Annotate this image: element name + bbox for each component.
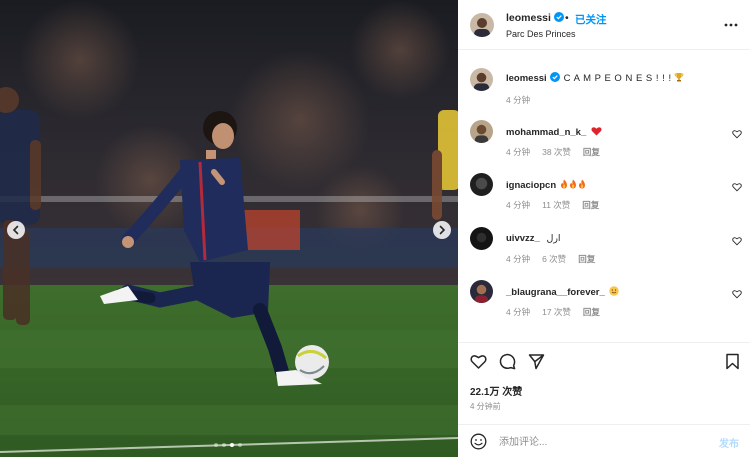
post-time: 4 分钟前 <box>470 402 501 411</box>
comment-likes[interactable]: 6 次赞 <box>542 254 566 264</box>
trophy-icon <box>674 73 684 82</box>
next-slide-button[interactable] <box>433 221 451 239</box>
commenter-avatar[interactable] <box>470 227 493 250</box>
post-details-panel: leomessi • 已关注 Parc Des Princes leomessi… <box>458 0 750 457</box>
carousel-dot <box>230 443 234 447</box>
commenter-username[interactable]: _blaugrana__forever_ <box>506 287 605 298</box>
commenter-username[interactable]: mohammad_n_k_ <box>506 127 586 138</box>
comment-meta: 4 分钟 38 次赞 回复 <box>506 146 612 158</box>
football-free-kick-photo <box>0 0 458 457</box>
reply-button[interactable]: 回复 <box>582 200 599 210</box>
caption-author-avatar[interactable] <box>470 68 493 91</box>
comments-list[interactable]: leomessi C A M P E O N E S ! ! ! 4 分钟 moh… <box>458 51 750 341</box>
save-bookmark-icon[interactable] <box>724 353 741 370</box>
comment-meta: 4 分钟 11 次赞 回复 <box>506 199 611 211</box>
share-send-icon[interactable] <box>528 353 545 370</box>
verified-badge-icon <box>553 12 564 22</box>
following-button[interactable]: 已关注 <box>575 12 607 27</box>
author-avatar[interactable] <box>470 13 494 37</box>
comment-text: _blaugrana__forever_ <box>506 286 619 298</box>
location-link[interactable]: Parc Des Princes <box>506 29 576 39</box>
comment-time: 4 分钟 <box>506 254 531 264</box>
fire-icon <box>560 179 567 189</box>
likes-count[interactable]: 22.1万 次赞 <box>470 383 522 398</box>
comment-likes[interactable]: 11 次赞 <box>542 200 570 210</box>
comment-composer: 发布 <box>458 424 750 457</box>
commenter-avatar[interactable] <box>470 173 493 196</box>
caption-time: 4 分钟 <box>506 95 531 105</box>
like-comment-heart-icon[interactable] <box>732 182 742 192</box>
commenter-avatar[interactable] <box>470 120 493 143</box>
like-heart-icon[interactable] <box>470 353 487 370</box>
commenter-username[interactable]: uivvzz_ <box>506 233 540 244</box>
comment-meta: 4 分钟 6 次赞 回复 <box>506 253 607 265</box>
caption-username[interactable]: leomessi <box>506 73 547 84</box>
carousel-dot <box>222 443 226 447</box>
post-comment-button[interactable]: 发布 <box>719 435 739 450</box>
like-comment-heart-icon[interactable] <box>732 129 742 139</box>
comment-likes[interactable]: 17 次赞 <box>542 307 571 317</box>
comment-body: ارل <box>546 233 561 244</box>
comment-time: 4 分钟 <box>506 200 531 210</box>
add-comment-input[interactable] <box>499 433 699 451</box>
like-comment-heart-icon[interactable] <box>732 236 742 246</box>
caption-meta: 4 分钟 <box>506 94 542 106</box>
slight-smile-icon <box>609 286 619 296</box>
carousel-indicator <box>214 443 242 447</box>
previous-slide-button[interactable] <box>7 221 25 239</box>
comment-text: uivvzz_ ارل <box>506 233 561 244</box>
comment-bubble-icon[interactable] <box>499 353 516 370</box>
reply-button[interactable]: 回复 <box>583 307 600 317</box>
chevron-left-icon <box>12 225 19 235</box>
commenter-avatar[interactable] <box>470 280 493 303</box>
fire-icon <box>569 179 576 189</box>
post-actions: 22.1万 次赞 4 分钟前 发布 <box>458 342 750 457</box>
reply-button[interactable]: 回复 <box>578 254 595 264</box>
comment-text: mohammad_n_k_ <box>506 126 602 138</box>
emoji-icon[interactable] <box>470 433 487 450</box>
post-photo[interactable] <box>0 0 458 457</box>
caption-text: leomessi C A M P E O N E S ! ! ! <box>506 72 684 84</box>
author-username[interactable]: leomessi <box>506 12 564 24</box>
like-comment-heart-icon[interactable] <box>732 289 742 299</box>
fire-icon <box>578 179 585 189</box>
chevron-right-icon <box>439 225 446 235</box>
comment-likes[interactable]: 38 次赞 <box>542 147 571 157</box>
carousel-dot <box>214 443 218 447</box>
more-options-icon[interactable] <box>724 19 738 31</box>
follow-separator: • <box>565 12 569 24</box>
comment-text: ignaciopcn <box>506 179 586 191</box>
verified-badge-icon <box>549 72 560 82</box>
comment-meta: 4 分钟 17 次赞 回复 <box>506 306 612 318</box>
carousel-dot <box>238 443 242 447</box>
caption-body: C A M P E O N E S ! ! ! <box>563 73 672 84</box>
commenter-username[interactable]: ignaciopcn <box>506 180 556 191</box>
reply-button[interactable]: 回复 <box>583 147 600 157</box>
post-header: leomessi • 已关注 Parc Des Princes <box>458 0 750 50</box>
red-heart-icon <box>591 127 602 136</box>
comment-time: 4 分钟 <box>506 147 531 157</box>
comment-time: 4 分钟 <box>506 307 531 317</box>
